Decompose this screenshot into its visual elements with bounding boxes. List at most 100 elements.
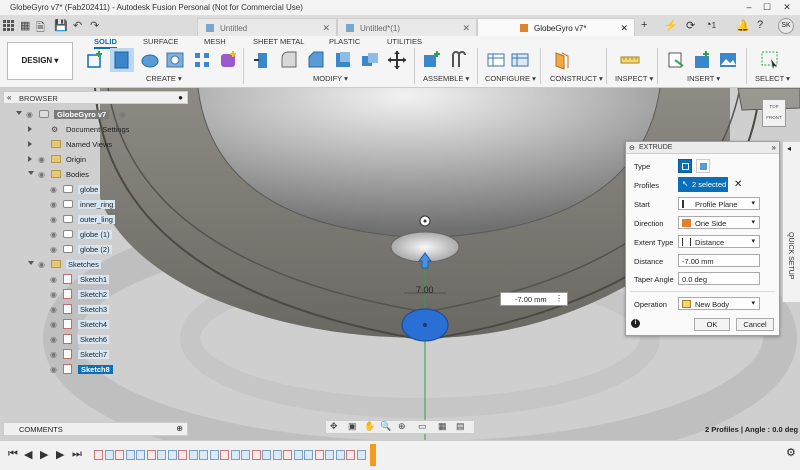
dialog-collapse-icon[interactable]: ⊖ <box>629 144 635 152</box>
browser-item-sketches-folder[interactable]: ◉ Sketches <box>0 258 188 271</box>
tab-surface[interactable]: SURFACE <box>143 37 178 46</box>
operation-select[interactable]: New Body ▾ <box>678 297 760 310</box>
browser-item-body-outer-ling[interactable]: ◉ outer_ling <box>0 213 188 226</box>
visibility-eye-icon[interactable]: ◉ <box>50 245 57 254</box>
visibility-eye-icon[interactable]: ◉ <box>38 260 45 269</box>
hole-icon[interactable] <box>165 50 185 70</box>
visibility-eye-icon[interactable]: ◉ <box>50 200 57 209</box>
timeline-feature-icon[interactable] <box>335 450 345 460</box>
browser-item-document-settings[interactable]: ⚙ Document Settings <box>0 123 188 136</box>
browser-item-body-globe-1[interactable]: ◉ globe (1) <box>0 228 188 241</box>
timeline-feature-icon[interactable] <box>104 450 114 460</box>
timeline-feature-icon[interactable] <box>230 450 240 460</box>
tab-sheet-metal[interactable]: SHEET METAL <box>253 37 304 46</box>
extensions-icon[interactable]: ⚡ <box>664 19 678 32</box>
timeline-feature-icon[interactable] <box>304 450 313 460</box>
shell-icon[interactable] <box>333 50 353 70</box>
job-status-icon[interactable]: ◔1 <box>705 19 716 31</box>
notifications-icon[interactable]: 🔔 <box>736 19 750 32</box>
orbit-icon[interactable]: ✥ <box>330 421 338 432</box>
timeline-feature-icon[interactable] <box>188 450 198 460</box>
visibility-eye-icon[interactable]: ◉ <box>50 365 57 374</box>
comments-panel[interactable]: COMMENTS ⊕ <box>3 422 188 436</box>
new-tab-button[interactable]: + <box>641 19 647 31</box>
timeline-feature-icon[interactable] <box>209 450 219 460</box>
save-icon[interactable]: 💾 <box>54 19 68 32</box>
visibility-eye-icon[interactable]: ◉ <box>50 320 57 329</box>
revolve-icon[interactable] <box>140 50 160 70</box>
pattern-icon[interactable] <box>192 50 212 70</box>
viewports-icon[interactable]: ▤ <box>456 421 465 432</box>
close-window-button[interactable]: ✕ <box>780 2 794 13</box>
close-tab-icon[interactable]: ✕ <box>322 23 330 34</box>
press-pull-icon[interactable] <box>252 50 272 70</box>
configure-table-icon[interactable] <box>486 50 506 70</box>
maximize-button[interactable]: ☐ <box>760 2 774 13</box>
timeline-feature-icon[interactable] <box>241 450 250 460</box>
timeline-sketch-icon[interactable] <box>94 450 103 460</box>
offset-plane-icon[interactable] <box>552 50 572 70</box>
timeline-sketch-icon[interactable] <box>178 450 187 460</box>
browser-item-sketch-8[interactable]: ◉ Sketch8 <box>0 363 188 376</box>
start-select[interactable]: Profile Plane ▾ <box>678 197 760 210</box>
joint-icon[interactable] <box>449 50 469 70</box>
look-at-icon[interactable]: ▣ <box>348 421 357 432</box>
visibility-eye-icon[interactable]: ◉ <box>26 110 33 119</box>
select-menu[interactable]: SELECT ▾ <box>755 74 790 83</box>
combine-icon[interactable] <box>360 50 380 70</box>
browser-panel-header[interactable]: « BROWSER ● <box>3 91 188 104</box>
timeline-feature-icon[interactable] <box>293 450 303 460</box>
zoom-icon[interactable]: 🔍 <box>380 421 391 432</box>
insert-canvas-icon[interactable] <box>718 50 738 70</box>
extrude-icon[interactable] <box>110 48 134 72</box>
browser-item-named-views[interactable]: Named Views <box>0 138 188 151</box>
timeline-feature-icon[interactable] <box>325 450 334 460</box>
timeline-feature-icon[interactable] <box>157 450 166 460</box>
more-options-icon[interactable]: ⋮ <box>555 294 563 303</box>
create-menu[interactable]: CREATE ▾ <box>146 74 182 83</box>
select-icon[interactable] <box>760 50 780 70</box>
step-back-icon[interactable]: ◀ <box>24 448 32 461</box>
taper-angle-field[interactable]: 0.0 deg <box>678 272 760 285</box>
insert-derive-icon[interactable] <box>666 50 686 70</box>
configure-menu[interactable]: CONFIGURE ▾ <box>485 74 536 83</box>
step-forward-icon[interactable]: ▶ <box>56 448 64 461</box>
expand-arrows-icon[interactable]: ◂ <box>787 144 791 153</box>
timeline-sketch-icon[interactable] <box>251 450 261 460</box>
browser-item-sketch-2[interactable]: ◉ Sketch2 <box>0 288 188 301</box>
visibility-eye-icon[interactable]: ◉ <box>38 170 45 179</box>
browser-item-sketch-3[interactable]: ◉ Sketch3 <box>0 303 188 316</box>
app-grid-icon[interactable] <box>3 20 14 31</box>
timeline-feature-icon[interactable] <box>167 450 177 460</box>
expand-down-icon[interactable] <box>16 111 22 115</box>
collapse-arrows-icon[interactable]: « <box>7 93 11 102</box>
construct-menu[interactable]: CONSTRUCT ▾ <box>550 74 603 83</box>
tab-untitled-1[interactable]: Untitled*(1) ✕ <box>337 18 477 36</box>
browser-item-body-globe-2[interactable]: ◉ globe (2) <box>0 243 188 256</box>
browser-item-sketch-6[interactable]: ◉ Sketch6 <box>0 333 188 346</box>
pin-icon[interactable]: ● <box>178 93 183 102</box>
view-cube-front[interactable]: FRONT <box>763 115 785 120</box>
help-icon[interactable]: ? <box>757 19 763 31</box>
close-tab-icon[interactable]: ✕ <box>620 23 628 34</box>
expand-right-icon[interactable] <box>28 126 32 132</box>
move-icon[interactable] <box>387 50 407 70</box>
chamfer-icon[interactable] <box>306 50 326 70</box>
configure-table-2-icon[interactable] <box>510 50 530 70</box>
timeline-sketch-icon[interactable] <box>115 450 124 460</box>
profiles-selection[interactable]: ↖ 2 selected <box>678 177 728 192</box>
visibility-eye-icon[interactable]: ◉ <box>50 185 57 194</box>
extrude-dialog-header[interactable]: ⊖ EXTRUDE » <box>626 142 779 154</box>
assemble-menu[interactable]: ASSEMBLE ▾ <box>423 74 469 83</box>
browser-item-body-globe[interactable]: ◉ globe <box>0 183 188 196</box>
online-status-icon[interactable]: ⟳ <box>686 19 695 32</box>
expand-arrows-icon[interactable]: » <box>772 143 776 152</box>
distance-input[interactable]: -7.00 mm ⋮ <box>500 292 568 306</box>
measure-icon[interactable] <box>620 50 640 70</box>
tab-untitled[interactable]: Untitled ✕ <box>197 18 337 36</box>
view-cube[interactable]: TOP FRONT <box>762 99 786 127</box>
timeline-sketch-icon[interactable] <box>146 450 156 460</box>
go-to-end-icon[interactable]: ⏭ <box>72 448 82 461</box>
visibility-eye-icon[interactable]: ◉ <box>50 350 57 359</box>
grid-settings-icon[interactable]: ▦ <box>438 421 447 432</box>
